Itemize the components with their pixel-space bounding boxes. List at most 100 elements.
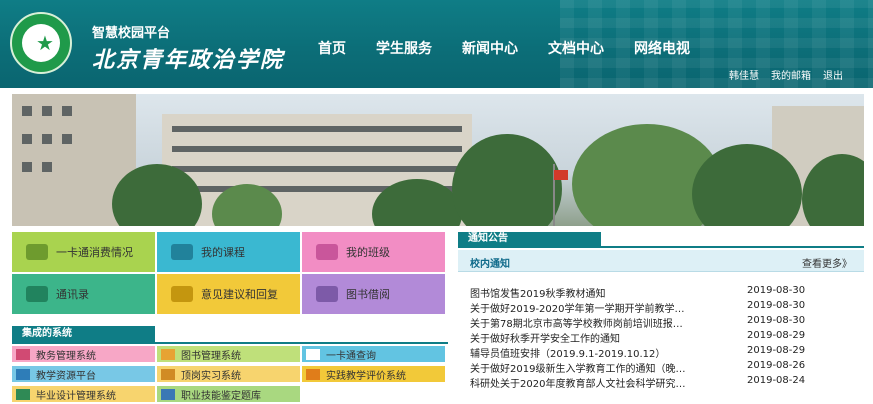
system-internship[interactable]: 顶岗实习系统 bbox=[157, 366, 300, 382]
tile-contacts[interactable]: 通讯录 bbox=[12, 274, 155, 314]
document-icon bbox=[16, 388, 30, 400]
tile-label: 我的班级 bbox=[346, 246, 390, 259]
tile-label: 一卡通消费情况 bbox=[56, 246, 133, 259]
keyboard-icon bbox=[16, 348, 30, 360]
school-name: 北京青年政治学院 bbox=[92, 47, 285, 73]
banner-window-row bbox=[172, 146, 462, 152]
system-graduation-design[interactable]: 毕业设计管理系统 bbox=[12, 386, 155, 402]
banner-window bbox=[42, 134, 52, 144]
monitor-icon bbox=[171, 244, 193, 260]
books-icon bbox=[161, 348, 175, 360]
platform-name: 智慧校园平台 bbox=[92, 26, 171, 41]
notice-date: 2019-08-26 bbox=[747, 360, 806, 371]
campus-banner bbox=[12, 94, 864, 226]
banner-window bbox=[62, 134, 72, 144]
notice-title[interactable]: 关于做好2019级新生入学教育工作的通知（晚… bbox=[470, 360, 732, 375]
notice-date: 2019-08-30 bbox=[747, 300, 806, 311]
notice-date: 2019-08-29 bbox=[747, 345, 806, 356]
school-logo[interactable]: ★ bbox=[10, 12, 72, 74]
logo-emblem-icon: ★ bbox=[22, 24, 60, 62]
database-icon bbox=[161, 388, 175, 400]
my-mailbox-link[interactable]: 我的邮箱 bbox=[771, 67, 811, 82]
banner-window bbox=[62, 106, 72, 116]
logout-link[interactable]: 退出 bbox=[823, 67, 843, 82]
tile-library-borrow[interactable]: 图书借阅 bbox=[302, 274, 445, 314]
tile-label: 意见建议和回复 bbox=[201, 288, 278, 301]
contacts-icon bbox=[26, 286, 48, 302]
tile-label: 我的课程 bbox=[201, 246, 245, 259]
system-label: 图书管理系统 bbox=[181, 350, 241, 362]
notice-title[interactable]: 图书馆发售2019秋季教材通知 bbox=[470, 285, 732, 300]
system-practice-evaluation[interactable]: 实践教学评价系统 bbox=[302, 366, 445, 382]
notice-item[interactable]: 图书馆发售2019秋季教材通知 2019-08-30 bbox=[470, 285, 860, 300]
system-label: 一卡通查询 bbox=[326, 350, 376, 362]
notice-item[interactable]: 关于第78期北京市高等学校教师岗前培训班报… 2019-08-30 bbox=[470, 315, 860, 330]
view-more-link[interactable]: 查看更多》 bbox=[802, 255, 852, 270]
banner-window-row bbox=[172, 126, 462, 132]
tile-label: 通讯录 bbox=[56, 288, 89, 301]
user-name-link[interactable]: 韩佳慧 bbox=[729, 67, 759, 82]
mail-icon bbox=[171, 286, 193, 302]
system-label: 教学资源平台 bbox=[36, 370, 96, 382]
tile-label: 图书借阅 bbox=[346, 288, 390, 301]
system-skill-assessment[interactable]: 职业技能鉴定题库 bbox=[157, 386, 300, 402]
star-icon: ★ bbox=[36, 31, 54, 55]
banner-window-row bbox=[172, 166, 462, 172]
nav-home[interactable]: 首页 bbox=[318, 38, 346, 58]
notice-item[interactable]: 关于做好秋季开学安全工作的通知 2019-08-29 bbox=[470, 330, 860, 345]
notices-tab-bar: 校内通知 查看更多》 bbox=[458, 250, 864, 272]
notice-title[interactable]: 关于第78期北京市高等学校教师岗前培训班报… bbox=[470, 315, 732, 330]
system-card-query[interactable]: 一卡通查询 bbox=[302, 346, 445, 362]
card-icon bbox=[306, 348, 320, 360]
nav-student-services[interactable]: 学生服务 bbox=[376, 38, 432, 58]
card-icon bbox=[26, 244, 48, 260]
notices-divider bbox=[458, 246, 864, 248]
tile-feedback[interactable]: 意见建议和回复 bbox=[157, 274, 300, 314]
notice-date: 2019-08-24 bbox=[747, 375, 806, 386]
system-label: 实践教学评价系统 bbox=[326, 370, 406, 382]
notice-item[interactable]: 科研处关于2020年度教育部人文社会科学研究… 2019-08-24 bbox=[470, 375, 860, 390]
banner-window bbox=[42, 162, 52, 172]
system-label: 顶岗实习系统 bbox=[181, 370, 241, 382]
book-icon bbox=[316, 286, 338, 302]
notice-item[interactable]: 辅导员值班安排（2019.9.1-2019.10.12） 2019-08-29 bbox=[470, 345, 860, 360]
system-label: 教务管理系统 bbox=[36, 350, 96, 362]
notice-date: 2019-08-30 bbox=[747, 285, 806, 296]
banner-tree bbox=[452, 134, 562, 226]
user-links: 韩佳慧 我的邮箱 退出 bbox=[717, 67, 843, 82]
class-icon bbox=[316, 244, 338, 260]
tools-icon bbox=[306, 368, 320, 380]
notice-date: 2019-08-30 bbox=[747, 315, 806, 326]
screen-icon bbox=[16, 368, 30, 380]
notice-item[interactable]: 关于做好2019-2020学年第一学期开学前教学… 2019-08-30 bbox=[470, 300, 860, 315]
notice-title[interactable]: 辅导员值班安排（2019.9.1-2019.10.12） bbox=[470, 345, 732, 360]
tile-card-consumption[interactable]: 一卡通消费情况 bbox=[12, 232, 155, 272]
nav-document-center[interactable]: 文档中心 bbox=[548, 38, 604, 58]
banner-window bbox=[22, 106, 32, 116]
notice-date: 2019-08-29 bbox=[747, 330, 806, 341]
flag-icon bbox=[554, 170, 568, 180]
notices-heading: 通知公告 bbox=[458, 232, 601, 246]
system-teaching-resources[interactable]: 教学资源平台 bbox=[12, 366, 155, 382]
nav-network-tv[interactable]: 网络电视 bbox=[634, 38, 690, 58]
banner-window bbox=[22, 162, 32, 172]
header: ★ 智慧校园平台 北京青年政治学院 首页 学生服务 新闻中心 文档中心 网络电视… bbox=[0, 0, 873, 88]
tile-my-courses[interactable]: 我的课程 bbox=[157, 232, 300, 272]
tab-campus-notices[interactable]: 校内通知 bbox=[470, 255, 510, 270]
notice-title[interactable]: 关于做好秋季开学安全工作的通知 bbox=[470, 330, 732, 345]
nav-news-center[interactable]: 新闻中心 bbox=[462, 38, 518, 58]
notice-item[interactable]: 关于做好2019级新生入学教育工作的通知（晚… 2019-08-26 bbox=[470, 360, 860, 375]
banner-window bbox=[42, 106, 52, 116]
systems-heading: 集成的系统 bbox=[12, 326, 155, 342]
notice-title[interactable]: 关于做好2019-2020学年第一学期开学前教学… bbox=[470, 300, 732, 315]
notice-title[interactable]: 科研处关于2020年度教育部人文社会科学研究… bbox=[470, 375, 732, 390]
system-label: 毕业设计管理系统 bbox=[36, 390, 116, 402]
quick-tiles: 一卡通消费情况 我的课程 我的班级 通讯录 意见建议和回复 图书借阅 bbox=[12, 232, 448, 314]
systems-divider bbox=[12, 342, 448, 344]
banner-window bbox=[22, 134, 32, 144]
tile-my-class[interactable]: 我的班级 bbox=[302, 232, 445, 272]
search-icon bbox=[161, 368, 175, 380]
main-nav: 首页 学生服务 新闻中心 文档中心 网络电视 bbox=[318, 38, 720, 58]
system-library-management[interactable]: 图书管理系统 bbox=[157, 346, 300, 362]
system-academic-affairs[interactable]: 教务管理系统 bbox=[12, 346, 155, 362]
